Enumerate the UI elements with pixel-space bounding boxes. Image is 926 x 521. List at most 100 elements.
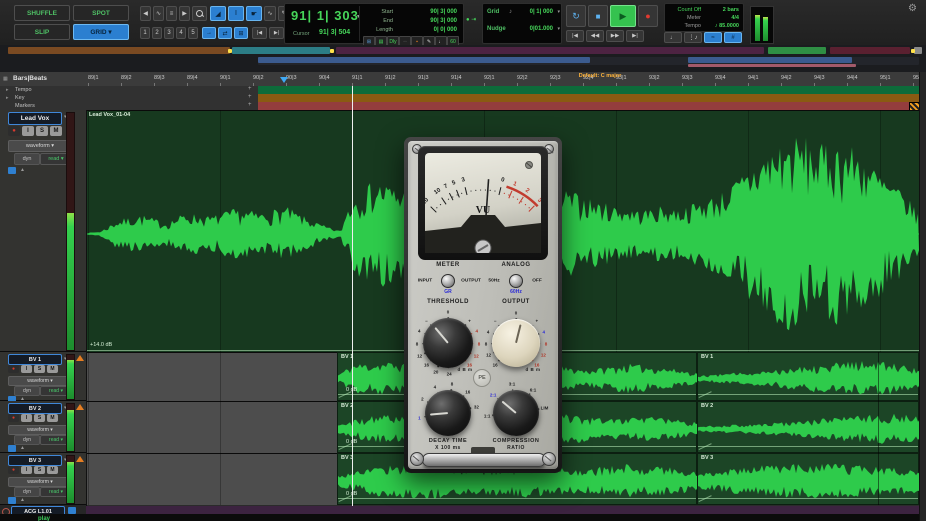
zoom-arrow-button[interactable]: ◀ [140, 6, 151, 21]
track-mini-icon[interactable] [68, 507, 76, 514]
bars-beats-ruler[interactable]: ▦ Bars|Beats 89|189|289|389|490|190|290|… [0, 72, 926, 87]
track-view-selector[interactable]: waveform ▾ [8, 425, 72, 435]
clip-name-label[interactable]: Lead Vox_01-04 [89, 112, 130, 118]
expand-arrow-icon[interactable]: ▸ [6, 87, 9, 93]
transport-skip-button[interactable]: ▶▶ [606, 30, 624, 42]
input-monitor-button[interactable]: I [21, 414, 32, 422]
audio-clip[interactable]: BV 1 [697, 352, 919, 401]
input-monitor-button[interactable]: I [22, 126, 34, 136]
timeline-overview-strips[interactable] [0, 45, 926, 72]
record-enable-button[interactable]: ● [8, 365, 19, 373]
volume-automation-line[interactable] [338, 498, 696, 499]
play-button[interactable]: ▶ [610, 5, 636, 27]
record-enable-button[interactable]: ● [8, 126, 20, 136]
zoom-arrow-button[interactable]: ∿ [153, 6, 164, 21]
bottom-overview-strip[interactable] [86, 506, 919, 514]
vertical-scrollbar[interactable] [919, 72, 926, 521]
small-tool-button[interactable]: → [202, 27, 216, 39]
session-value[interactable]: 4/4 [731, 15, 739, 21]
small-tool-button[interactable]: ⇄ [218, 27, 232, 39]
grid-note-icon[interactable]: ♪ [509, 9, 512, 15]
zoom-preset-4[interactable]: 4 [176, 27, 186, 39]
session-icon-button[interactable]: ⋮♪ [684, 32, 702, 43]
record-button[interactable]: ● [638, 5, 658, 27]
record-enable-button[interactable]: ● [8, 414, 19, 422]
track-name-box[interactable]: Lead Vox [8, 112, 62, 125]
ruler-grid-icon[interactable]: ▦ [3, 76, 8, 82]
add-event-icon[interactable]: + [248, 102, 252, 108]
zoomer-tool-button[interactable] [192, 6, 207, 21]
record-enable-button[interactable]: ● [8, 466, 19, 474]
expand-arrow-icon[interactable]: ▸ [6, 95, 9, 101]
elastic-audio-icon[interactable] [8, 497, 16, 504]
track-name-box[interactable]: BV 3 [8, 455, 62, 466]
main-counter[interactable]: 91| 1| 303 [291, 8, 359, 23]
volume-automation-line[interactable] [698, 446, 918, 447]
grid-caret-icon[interactable]: ▾ [557, 9, 560, 15]
add-event-icon[interactable]: + [248, 94, 252, 100]
session-value[interactable]: ♪ 85.0000 [715, 23, 739, 29]
session-icon-button[interactable]: ♩ [664, 32, 682, 43]
mute-button[interactable]: M [50, 126, 62, 136]
zoom-preset-5[interactable]: 5 [188, 27, 198, 39]
compression-ratio-knob[interactable] [493, 390, 539, 436]
decay-time-knob[interactable] [425, 390, 471, 436]
meter-toggle[interactable] [441, 274, 455, 288]
add-event-icon[interactable]: + [248, 86, 252, 92]
elastic-audio-icon[interactable] [8, 167, 16, 174]
session-icon-button[interactable]: ≈ [704, 32, 722, 43]
dyn-button[interactable]: dyn [14, 435, 40, 445]
nudge-caret-icon[interactable]: ▾ [557, 26, 560, 32]
track-view-selector[interactable]: waveform ▾ [8, 477, 72, 487]
track-name-box[interactable]: BV 2 [8, 403, 62, 414]
track-view-selector[interactable]: waveform ▾ [8, 140, 72, 152]
dyn-button[interactable]: dyn [14, 386, 40, 396]
small-tool-button[interactable]: ⊞ [234, 27, 248, 39]
grid-value[interactable]: 0| 1| 000 [530, 9, 553, 15]
mode-button-shuffle[interactable]: SHUFFLE [14, 5, 70, 21]
selection-end-value[interactable]: 90| 3| 000 [430, 18, 457, 24]
solo-button[interactable]: S [34, 414, 45, 422]
session-icon-button[interactable]: # [724, 32, 742, 43]
solo-button[interactable]: S [34, 466, 45, 474]
loop-playback-button[interactable]: ↻ [566, 5, 586, 27]
track-view-selector[interactable]: waveform ▾ [8, 376, 72, 386]
mute-button[interactable]: M [47, 414, 58, 422]
compressor-plugin-window[interactable]: 20107530123VU METER ANALOG INPUT OUTPUT … [404, 137, 562, 473]
transport-skip-button[interactable]: |◀ [566, 30, 584, 42]
threshold-knob[interactable] [423, 318, 473, 368]
analog-toggle[interactable] [509, 274, 523, 288]
mute-button[interactable]: M [47, 365, 58, 373]
mode-button-grid[interactable]: GRID ▾ [73, 24, 129, 40]
gear-icon[interactable]: ⚙ [908, 3, 917, 14]
selection-length-value[interactable]: 0| 0| 000 [434, 27, 457, 33]
dyn-button[interactable]: dyn [14, 153, 40, 165]
pre-post-roll-indicators[interactable]: ● ⇥ [466, 16, 476, 23]
mode-button-slip[interactable]: SLIP [14, 24, 70, 40]
zoom-preset-2[interactable]: 2 [152, 27, 162, 39]
output-knob[interactable] [492, 319, 540, 367]
transport-skip-button[interactable]: ◀◀ [586, 30, 604, 42]
solo-button[interactable]: S [34, 365, 45, 373]
mute-button[interactable]: M [47, 466, 58, 474]
stop-button[interactable]: ■ [588, 5, 608, 27]
input-monitor-button[interactable]: I [21, 466, 32, 474]
selection-start-value[interactable]: 90| 3| 000 [430, 9, 457, 15]
zoom-preset-1[interactable]: 1 [140, 27, 150, 39]
volume-automation-line[interactable] [698, 498, 918, 499]
timeline-insertion-marker[interactable] [280, 77, 288, 83]
transport-skip-button[interactable]: ▶| [626, 30, 644, 42]
nudge-value[interactable]: 0|01.000 [530, 26, 553, 32]
solo-button[interactable]: S [36, 126, 48, 136]
volume-automation-line[interactable] [698, 394, 918, 395]
elastic-audio-icon[interactable] [8, 445, 16, 452]
scrub-tool-button[interactable]: ∿ [264, 6, 276, 21]
audio-clip[interactable]: BV 3 [697, 453, 919, 505]
zoom-preset-3[interactable]: 3 [164, 27, 174, 39]
mode-button-spot[interactable]: SPOT [73, 5, 129, 21]
trim-tool-button[interactable]: ◢ [210, 6, 226, 21]
timeline-link-button[interactable]: ▶| [269, 27, 284, 39]
zoom-arrow-button[interactable]: ≡ [166, 6, 177, 21]
session-value[interactable]: 2 bars [723, 7, 739, 13]
track-name-box[interactable]: BV 1 [8, 354, 62, 365]
